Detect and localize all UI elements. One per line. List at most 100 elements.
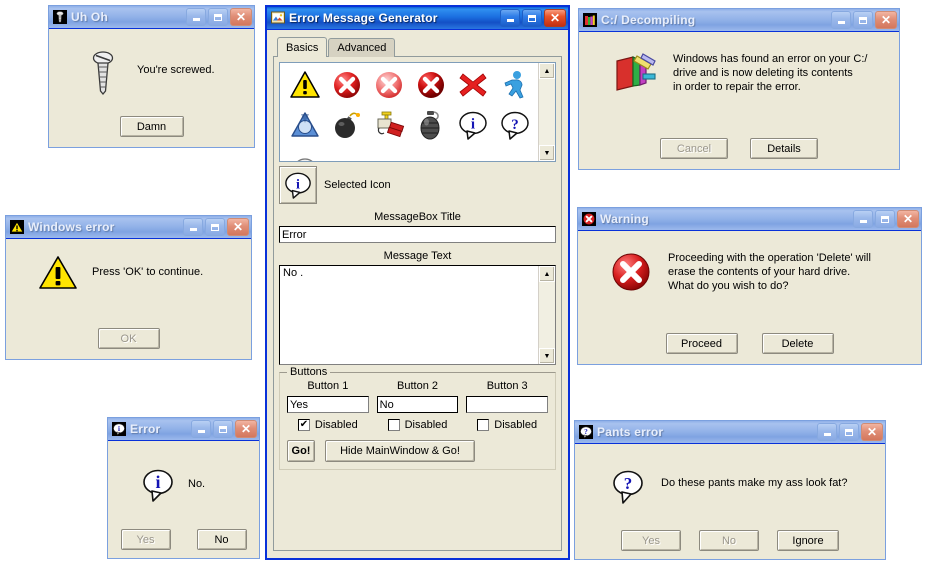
tab-basics[interactable]: Basics: [277, 37, 328, 57]
details-button[interactable]: Details: [750, 138, 818, 159]
orange-blob-icon[interactable]: [368, 145, 410, 161]
svg-text:?: ?: [584, 428, 588, 436]
dynamite-icon[interactable]: [368, 105, 410, 145]
minimize-button[interactable]: [500, 9, 520, 27]
close-button[interactable]: ✕: [875, 11, 897, 29]
icon-grid[interactable]: i ?: [280, 63, 538, 161]
egg-icon[interactable]: [284, 145, 326, 161]
tab-strip[interactable]: Basics Advanced: [277, 37, 562, 57]
maximize-button[interactable]: [213, 420, 233, 438]
bomb-icon[interactable]: [326, 105, 368, 145]
scroll-up-arrow-icon[interactable]: ▲: [539, 63, 555, 79]
button-2-input[interactable]: No: [376, 396, 459, 413]
icon-picker[interactable]: i ? ▲ ▼: [279, 62, 556, 162]
red-x-circle-icon[interactable]: [326, 65, 368, 105]
minimize-button[interactable]: [831, 11, 851, 29]
info-bubble-icon[interactable]: i: [452, 105, 494, 145]
button-3-input[interactable]: [466, 396, 549, 413]
window-controls[interactable]: ✕: [831, 11, 897, 29]
maximize-button[interactable]: [875, 210, 895, 228]
maximize-button[interactable]: [839, 423, 859, 441]
pink-eraser-icon[interactable]: [410, 145, 452, 161]
delete-button[interactable]: Delete: [761, 333, 834, 354]
dialog-body: Press 'OK' to continue. OK: [6, 239, 251, 359]
titlebar[interactable]: Warning ✕: [578, 208, 921, 231]
window-controls[interactable]: ✕: [817, 423, 883, 441]
running-man-icon[interactable]: [494, 65, 536, 105]
close-button[interactable]: ✕: [235, 420, 257, 438]
button-1-disabled-checkbox[interactable]: ✔: [297, 419, 310, 431]
window-error[interactable]: i Error ✕ i No. Yes No: [107, 417, 260, 559]
go-button[interactable]: Go!: [287, 440, 315, 462]
minimize-button[interactable]: [183, 218, 203, 236]
maximize-button[interactable]: [208, 8, 228, 26]
yes-button[interactable]: Yes: [120, 529, 171, 550]
damn-button[interactable]: Damn: [119, 116, 184, 137]
tab-advanced[interactable]: Advanced: [328, 38, 396, 57]
minimize-button[interactable]: [853, 210, 873, 228]
cancel-button[interactable]: Cancel: [660, 138, 728, 159]
titlebar[interactable]: i Error ✕: [108, 418, 259, 441]
window-controls[interactable]: ✕: [191, 420, 257, 438]
window-warning[interactable]: Warning ✕ Proceeding with the operation …: [577, 207, 922, 365]
scroll-up-arrow-icon[interactable]: ▲: [539, 266, 555, 282]
close-button[interactable]: ✕: [230, 8, 252, 26]
button-1-disabled-row[interactable]: ✔ Disabled: [287, 419, 369, 431]
yes-button[interactable]: Yes: [621, 530, 681, 551]
messagebox-title-input[interactable]: Error: [279, 226, 556, 243]
grenade-icon[interactable]: [410, 105, 452, 145]
window-error-message-generator[interactable]: Error Message Generator ✕ Basics Advance…: [265, 5, 570, 560]
titlebar[interactable]: Uh Oh ✕: [49, 6, 254, 29]
icon-grid-scrollbar[interactable]: ▲ ▼: [538, 63, 555, 161]
message-text-scrollbar[interactable]: ▲ ▼: [538, 266, 555, 364]
button-2-disabled-row[interactable]: Disabled: [377, 419, 459, 431]
button-3-disabled-row[interactable]: Disabled: [466, 419, 548, 431]
scroll-down-arrow-icon[interactable]: ▼: [539, 348, 555, 364]
yellow-folder-icon[interactable]: [494, 145, 536, 161]
maximize-button[interactable]: [522, 9, 542, 27]
ignore-button[interactable]: Ignore: [777, 530, 839, 551]
close-button[interactable]: ✕: [897, 210, 919, 228]
button-row: Proceed Delete: [594, 333, 905, 354]
pink-x-circle-icon[interactable]: [368, 65, 410, 105]
ok-button[interactable]: OK: [97, 328, 160, 349]
button-2-disabled-checkbox[interactable]: [387, 419, 400, 431]
no-button[interactable]: No: [196, 529, 247, 550]
message-text-input[interactable]: No .: [280, 266, 538, 364]
button-3-disabled-checkbox[interactable]: [477, 419, 490, 431]
hide-mainwindow-and-go-button[interactable]: Hide MainWindow & Go!: [325, 440, 475, 462]
window-pants-error[interactable]: ? Pants error ✕ ? Do these pants make my…: [574, 420, 886, 560]
titlebar[interactable]: Windows error ✕: [6, 216, 251, 239]
window-windows-error[interactable]: Windows error ✕ Press 'OK' to continue. …: [5, 215, 252, 360]
maximize-button[interactable]: [205, 218, 225, 236]
close-button[interactable]: ✕: [544, 9, 566, 27]
selected-icon-button[interactable]: i: [279, 166, 317, 204]
close-button[interactable]: ✕: [861, 423, 883, 441]
window-controls[interactable]: ✕: [186, 8, 252, 26]
titlebar[interactable]: Error Message Generator ✕: [267, 7, 568, 30]
question-bubble-icon[interactable]: ?: [494, 105, 536, 145]
window-controls[interactable]: ✕: [853, 210, 919, 228]
close-button[interactable]: ✕: [227, 218, 249, 236]
red-x-icon[interactable]: [452, 65, 494, 105]
black-shape-icon[interactable]: [452, 145, 494, 161]
window-uh-oh[interactable]: Uh Oh ✕ You're screwed. Damn: [48, 5, 255, 148]
maximize-button[interactable]: [853, 11, 873, 29]
window-controls[interactable]: ✕: [500, 9, 566, 27]
minimize-button[interactable]: [817, 423, 837, 441]
minimize-button[interactable]: [191, 420, 211, 438]
titlebar[interactable]: ? Pants error ✕: [575, 421, 885, 444]
button-1-input[interactable]: Yes: [287, 396, 369, 413]
no-button[interactable]: No: [699, 530, 759, 551]
message-text-area-wrapper[interactable]: No . ▲ ▼: [279, 265, 556, 365]
scroll-down-arrow-icon[interactable]: ▼: [539, 145, 555, 161]
window-decompiling[interactable]: C:/ Decompiling ✕ Windows has found an e…: [578, 8, 900, 170]
minimize-button[interactable]: [186, 8, 206, 26]
proceed-button[interactable]: Proceed: [665, 333, 738, 354]
window-controls[interactable]: ✕: [183, 218, 249, 236]
blue-triangle-icon[interactable]: [284, 105, 326, 145]
dark-red-x-circle-icon[interactable]: [410, 65, 452, 105]
titlebar[interactable]: C:/ Decompiling ✕: [579, 9, 899, 32]
blue-item-icon[interactable]: [326, 145, 368, 161]
warning-triangle-icon[interactable]: [284, 65, 326, 105]
